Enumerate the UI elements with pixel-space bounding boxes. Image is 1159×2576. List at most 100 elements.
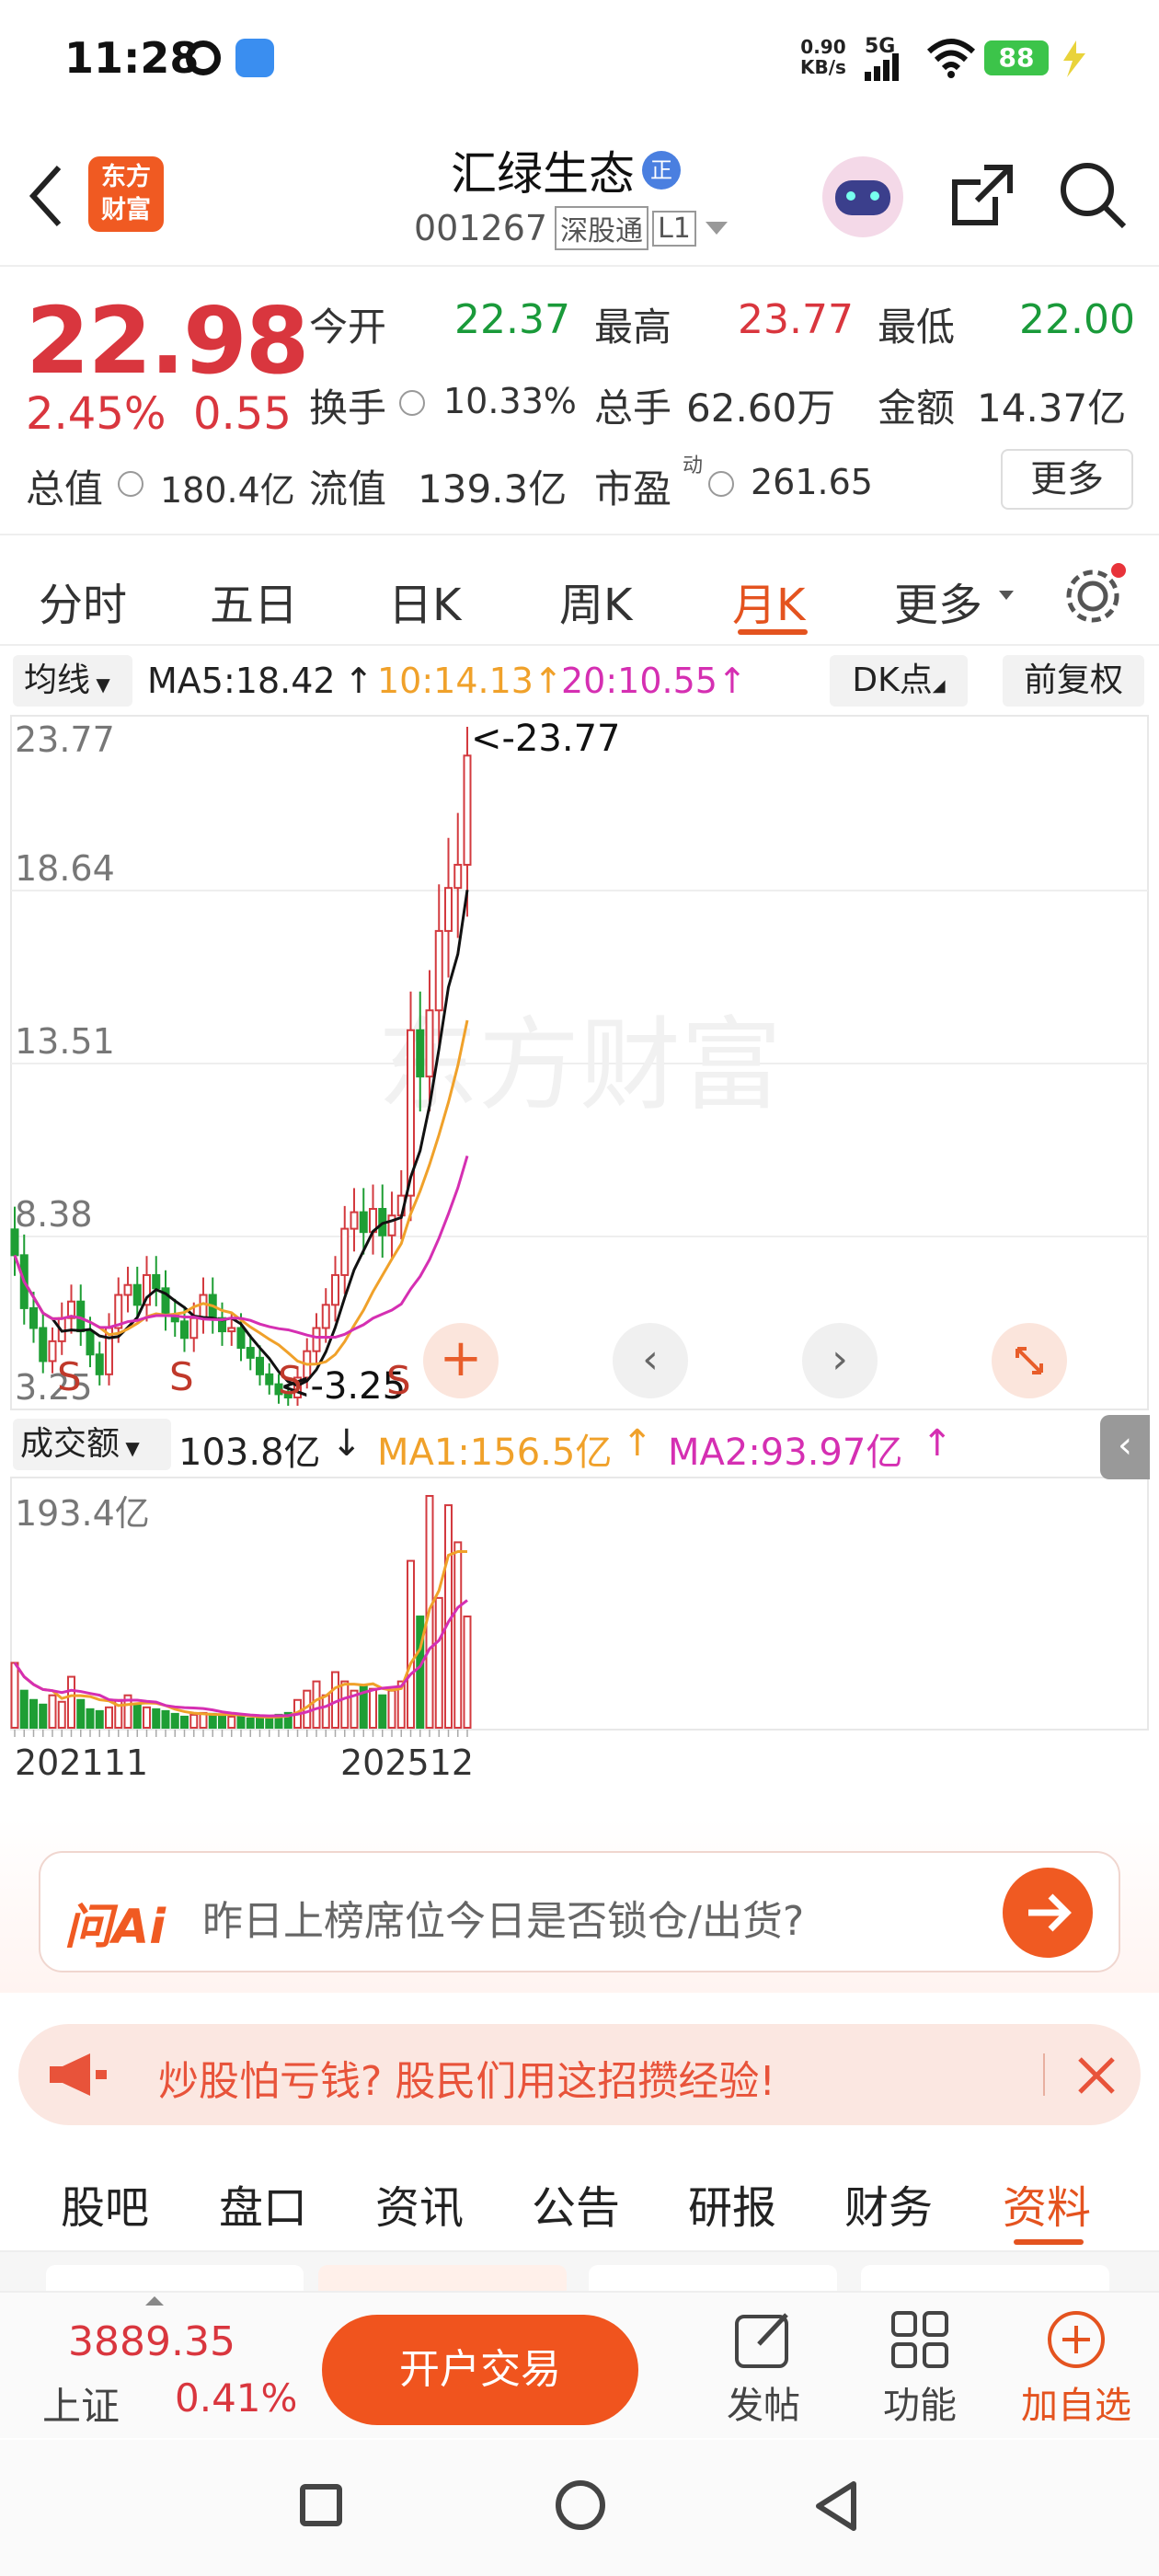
volume-bar <box>407 1559 415 1729</box>
volume-bar <box>256 1716 264 1729</box>
quote-panel: 22.98 2.45% 0.55 今开 22.37 最高 23.77 最低 22… <box>0 269 1159 535</box>
tab-news[interactable]: 资讯 <box>375 2171 464 2236</box>
volume-bar <box>86 1708 95 1729</box>
zoom-in-button[interactable]: + <box>423 1323 499 1398</box>
settings-gear-icon[interactable] <box>1060 561 1126 627</box>
back-arrow-icon[interactable] <box>28 164 64 228</box>
home-icon[interactable] <box>556 2480 605 2530</box>
tab-weekly-k[interactable]: 周K <box>559 569 632 633</box>
volume-bar <box>208 1712 217 1730</box>
back-icon[interactable] <box>813 2480 859 2532</box>
volume-bar <box>67 1675 75 1730</box>
ai-send-button[interactable] <box>1003 1868 1093 1958</box>
candle-body <box>359 1211 368 1234</box>
tab-profile[interactable]: 资料 <box>1003 2171 1091 2236</box>
function-button[interactable]: 功能 <box>874 2307 966 2436</box>
adjust-button[interactable]: 前复权 <box>1003 655 1144 707</box>
volume-bar <box>152 1708 161 1729</box>
volume-bar <box>132 1703 142 1730</box>
arrow-right-icon <box>1028 1893 1072 1932</box>
tab-intraday[interactable]: 分时 <box>39 569 127 633</box>
search-icon[interactable] <box>1058 160 1128 230</box>
scroll-left-button[interactable]: ‹ <box>613 1323 688 1398</box>
more-button[interactable]: 更多 <box>1001 449 1133 510</box>
y-label-3: 8.38 <box>15 1194 93 1235</box>
scroll-right-button[interactable]: › <box>802 1323 878 1398</box>
float-label: 流值 <box>309 466 387 512</box>
net-speed: 0.90 KB/s <box>800 36 846 78</box>
candle-body <box>152 1273 161 1290</box>
tab-daily-k[interactable]: 日K <box>388 569 461 633</box>
index-change: 0.41% <box>175 2375 298 2421</box>
volume-selector[interactable]: 成交额 ▼ <box>13 1419 171 1470</box>
battery-icon: 88 <box>984 40 1049 75</box>
volume-bar <box>76 1698 86 1730</box>
tab-announcements[interactable]: 公告 <box>532 2171 620 2236</box>
add-watchlist-button[interactable]: 加自选 <box>1012 2307 1141 2436</box>
kline-chart[interactable]: 东方财富 23.77 18.64 13.51 8.38 3.25 <-23.77… <box>0 714 1159 1818</box>
share-icon[interactable] <box>947 160 1017 230</box>
candle-body <box>387 1214 396 1236</box>
volume-bar <box>180 1715 189 1730</box>
volume-bar <box>236 1715 246 1730</box>
vol-ma1-value: MA1:156.5亿 <box>377 1432 613 1474</box>
status-bar: 11:28 0.90 KB/s 5G 88 <box>0 0 1159 120</box>
tab-monthly-k[interactable]: 月K <box>732 569 805 633</box>
x-label-start: 202111 <box>15 1742 149 1783</box>
signal-mark-3: S <box>278 1358 303 1403</box>
app-logo: 东方 财富 <box>88 156 164 232</box>
tab-finance[interactable]: 财务 <box>844 2171 933 2236</box>
candle-body <box>48 1340 57 1363</box>
volume-bar <box>227 1715 236 1730</box>
volume-bar <box>170 1712 179 1730</box>
ma-selector[interactable]: 均线 ▼ <box>13 655 132 707</box>
caret-down-icon <box>999 591 1014 600</box>
ma10-value: 10:14.13 <box>377 661 534 701</box>
collapse-panel-button[interactable]: ‹ <box>1100 1415 1150 1479</box>
candle-body <box>132 1283 142 1306</box>
volume-value: 62.60万 <box>686 385 836 431</box>
market-tag: 深股通 <box>555 206 649 250</box>
tab-guba[interactable]: 股吧 <box>61 2171 149 2236</box>
volume-value: 103.8亿 <box>178 1432 321 1474</box>
info-icon-3[interactable] <box>708 471 734 497</box>
tab-active-underline-2 <box>1014 2239 1084 2245</box>
tab-five-day[interactable]: 五日 <box>210 569 298 633</box>
fullscreen-button[interactable] <box>992 1323 1067 1398</box>
caret-up-icon[interactable] <box>145 2296 164 2306</box>
index-value[interactable]: 3889.35 <box>68 2318 235 2365</box>
recent-apps-icon[interactable] <box>300 2484 342 2526</box>
ai-question-box[interactable]: 问Ai 昨日上榜席位今日是否锁仓/出货? <box>39 1851 1120 1972</box>
candle-body <box>236 1327 246 1350</box>
tab-pankou[interactable]: 盘口 <box>219 2171 307 2236</box>
amount-value: 14.37亿 <box>977 385 1127 431</box>
open-account-trade-button[interactable]: 开户交易 <box>322 2315 638 2425</box>
post-button[interactable]: 发帖 <box>717 2307 809 2436</box>
dk-point-button[interactable]: DK点◢ <box>830 655 968 707</box>
signal-mark-2: S <box>169 1354 194 1399</box>
candle-body <box>453 863 463 890</box>
edit-icon <box>735 2313 788 2368</box>
app-notification-icon <box>186 40 221 75</box>
volume-bar <box>95 1709 104 1729</box>
chevron-down-icon[interactable] <box>705 222 728 235</box>
signal-mark-1: S <box>57 1354 82 1399</box>
volume-bar <box>246 1717 255 1730</box>
stock-code: 001267 <box>414 208 548 248</box>
high-value: 23.77 <box>738 296 854 343</box>
tab-research[interactable]: 研报 <box>688 2171 776 2236</box>
tab-more[interactable]: 更多 <box>894 569 982 633</box>
signal-mark-4: S <box>386 1358 411 1403</box>
candle-body <box>246 1347 255 1359</box>
promo-banner[interactable]: 炒股怕亏钱? 股民们用这招攒经验! <box>18 2024 1141 2125</box>
info-icon[interactable] <box>399 390 425 416</box>
volume-bar <box>48 1694 57 1729</box>
close-icon[interactable] <box>1076 2055 1117 2096</box>
info-icon-2[interactable] <box>118 471 143 497</box>
ai-logo: 问Ai <box>64 1900 166 1955</box>
pe-label: 市盈 <box>594 466 672 512</box>
robot-avatar-icon[interactable] <box>822 156 903 237</box>
volume-bar <box>189 1713 199 1729</box>
system-nav-bar <box>0 2440 1159 2576</box>
badge-icon: 正 <box>642 151 681 190</box>
